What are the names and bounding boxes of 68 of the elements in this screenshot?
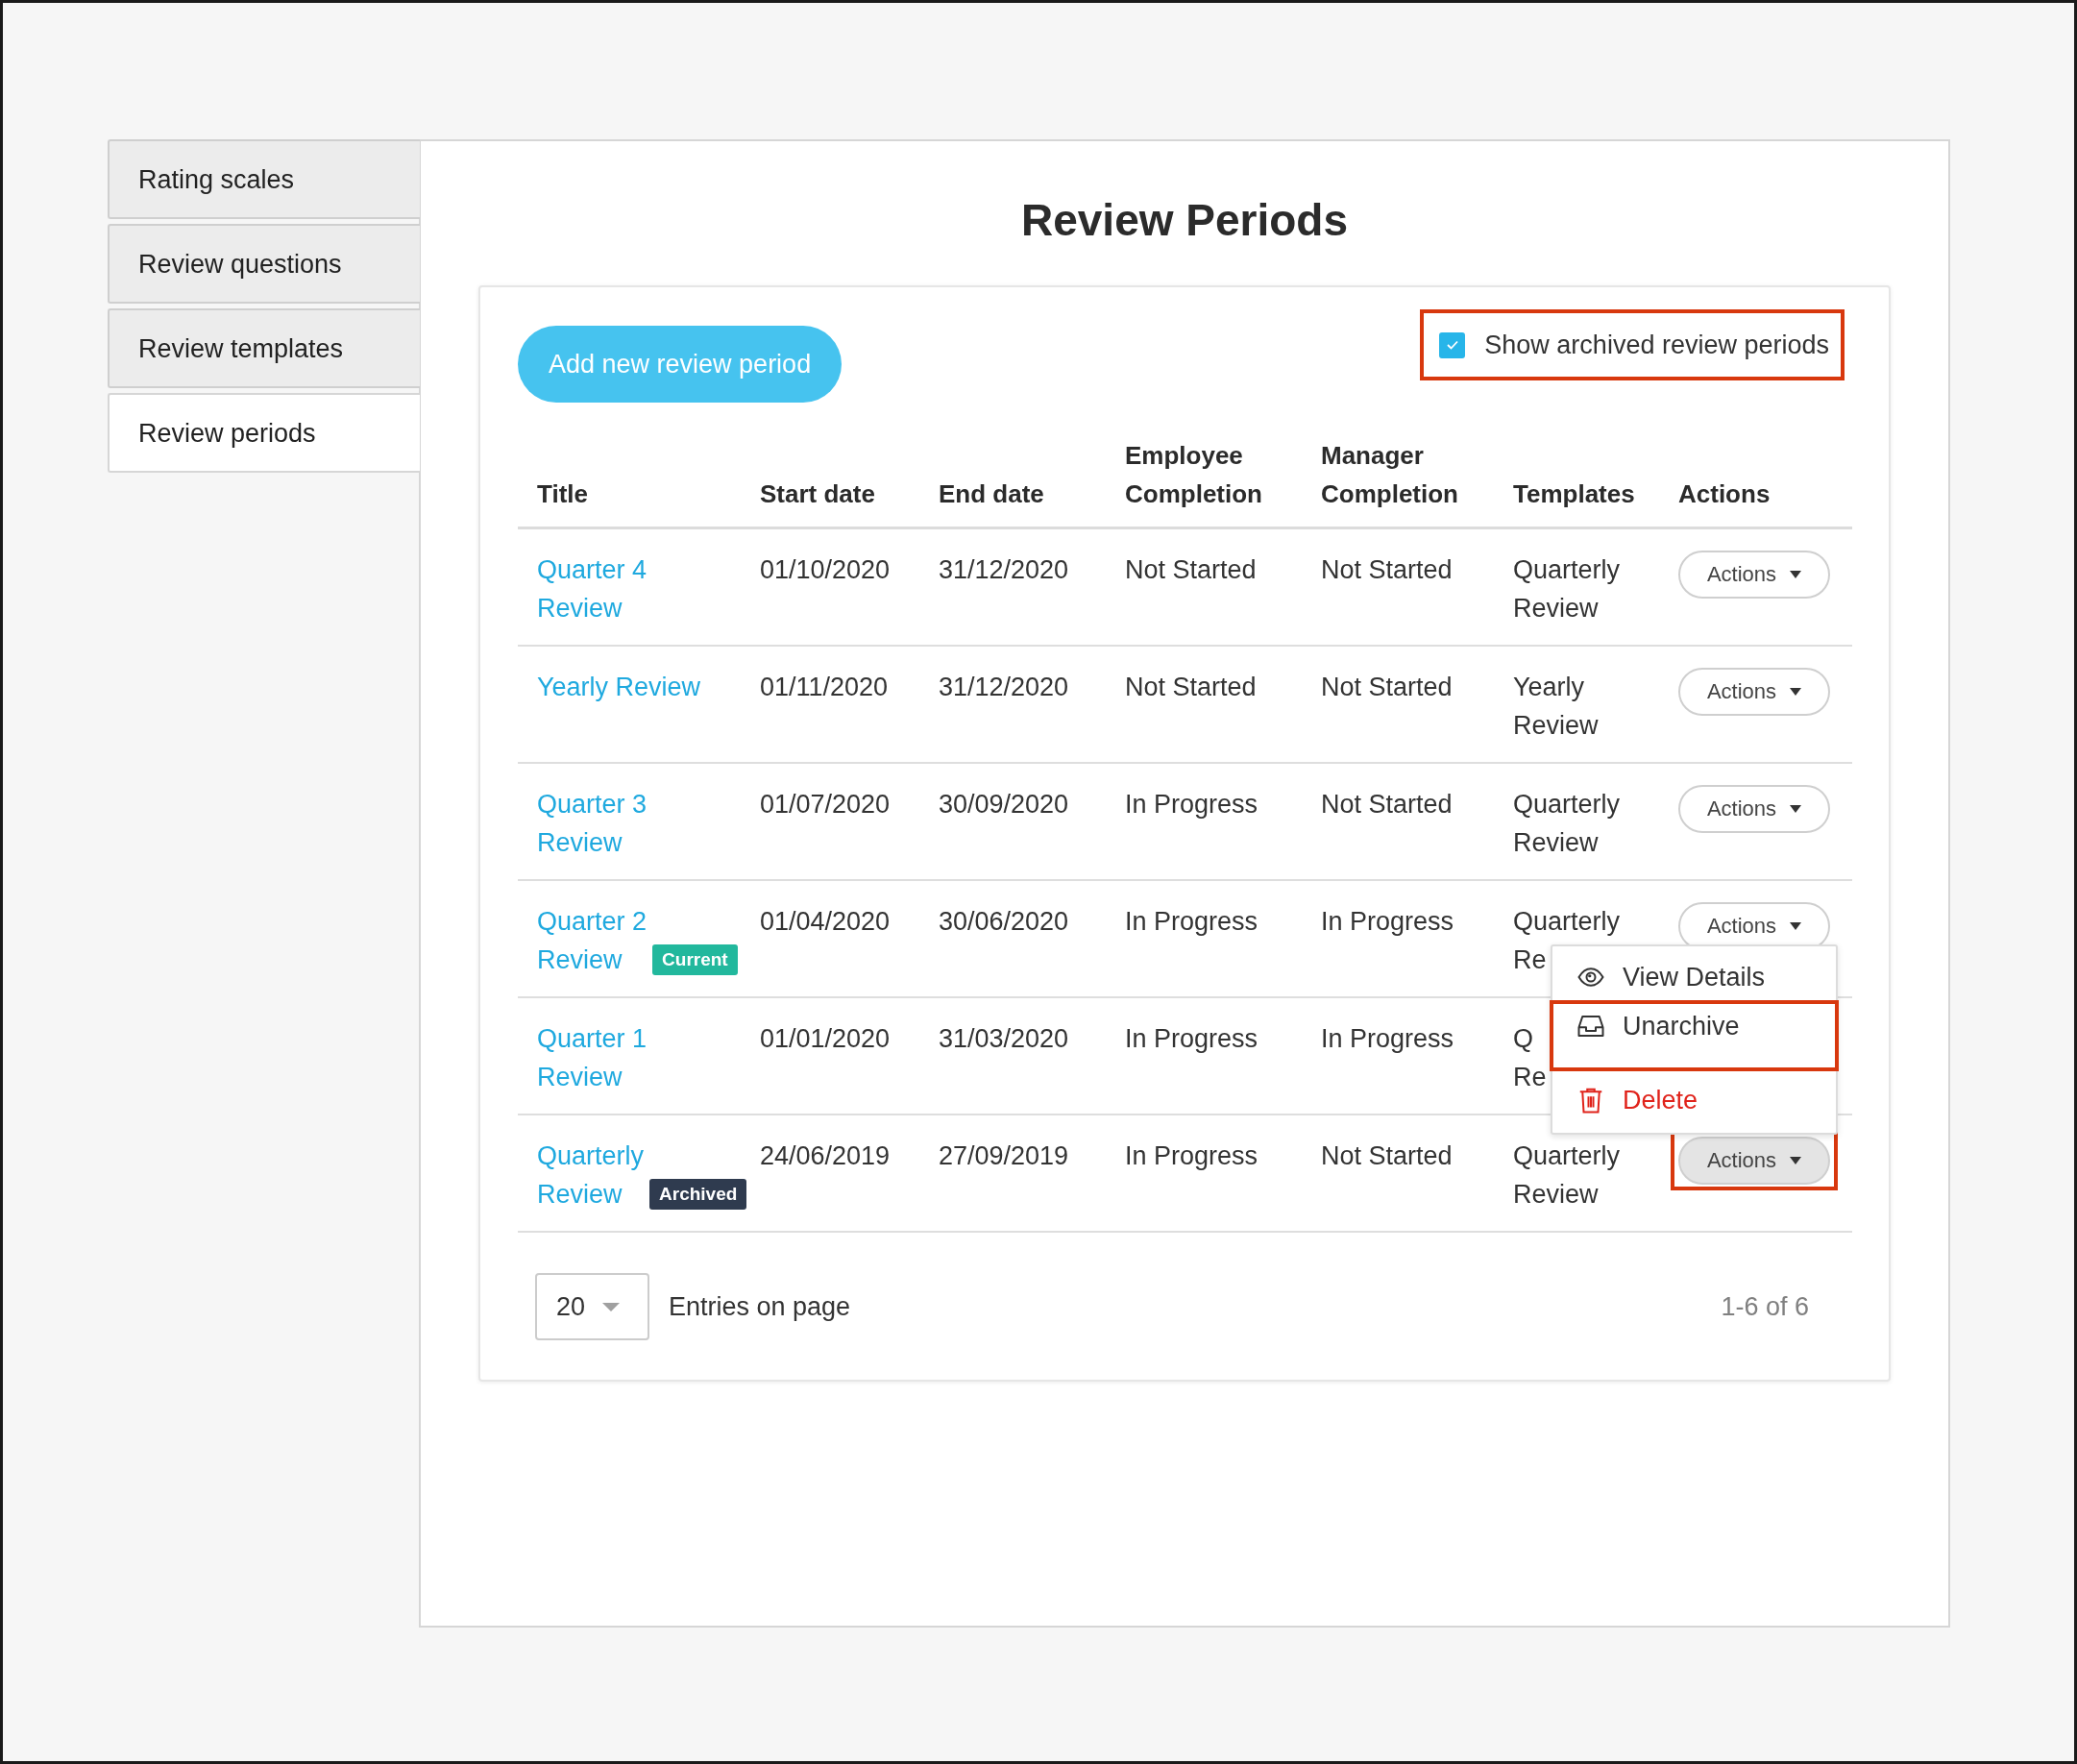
- sidebar-tab[interactable]: Rating scales: [108, 139, 420, 219]
- menu-item[interactable]: Delete: [1550, 1077, 1839, 1123]
- column-header: End date: [939, 422, 1125, 529]
- column-header: Employee Completion: [1125, 422, 1321, 529]
- menu-item[interactable]: View Details: [1550, 954, 1839, 1000]
- status-badge: Archived: [649, 1179, 747, 1210]
- page-size-select[interactable]: 20: [535, 1273, 649, 1340]
- template-name: Quarterly: [1513, 554, 1621, 586]
- table-cell: Not Started: [1321, 1141, 1453, 1170]
- actions-button[interactable]: Actions: [1678, 1137, 1830, 1185]
- caret-icon: [1790, 922, 1802, 930]
- template-name: Review: [1513, 593, 1599, 625]
- template-name: Yearly: [1513, 672, 1585, 703]
- page-title: Review Periods: [1020, 194, 1348, 247]
- table-cell: 30/06/2020: [939, 907, 1069, 936]
- column-header: Templates: [1513, 422, 1678, 529]
- template-name: Quarterly: [1513, 906, 1621, 938]
- table-cell: 24/06/2019: [760, 1141, 891, 1170]
- template-name: Review: [1513, 827, 1599, 859]
- template-name: Re: [1513, 1062, 1547, 1093]
- column-header: Actions: [1678, 422, 1852, 529]
- caret-icon: [1790, 688, 1802, 696]
- checkbox-label[interactable]: Show archived review periods: [1484, 330, 1829, 360]
- column-header: Start date: [760, 422, 939, 529]
- table-cell: 01/04/2020: [760, 907, 891, 936]
- actions-button[interactable]: Actions: [1678, 785, 1830, 833]
- page-size-label: Entries on page: [669, 1291, 851, 1322]
- table-cell: 27/09/2019: [939, 1141, 1069, 1170]
- table-cell: 31/03/2020: [939, 1024, 1069, 1053]
- table-cell: In Progress: [1125, 1024, 1258, 1053]
- table-cell: In Progress: [1321, 1024, 1454, 1053]
- table-cell: In Progress: [1321, 907, 1454, 936]
- caret-icon: [1790, 805, 1802, 813]
- column-header: Title: [518, 422, 760, 529]
- status-badge: Current: [652, 944, 738, 975]
- table-cell: Not Started: [1321, 673, 1453, 701]
- pagination-range: 1-6 of 6: [1721, 1291, 1809, 1322]
- table-cell: 30/09/2020: [939, 790, 1069, 819]
- caret-icon: [1790, 1157, 1802, 1164]
- actions-button[interactable]: Actions: [1678, 668, 1830, 716]
- table-cell: 01/11/2020: [760, 673, 889, 701]
- actions-button[interactable]: Actions: [1678, 551, 1830, 599]
- template-name: Re: [1513, 944, 1547, 976]
- caret-icon: [602, 1302, 621, 1311]
- column-header: Manager Completion: [1321, 422, 1513, 529]
- template-name: Review: [1513, 710, 1599, 742]
- template-name: Quarterly: [1513, 789, 1621, 821]
- table-cell: Not Started: [1125, 555, 1257, 584]
- checkbox[interactable]: [1439, 331, 1466, 358]
- template-name: Review: [1513, 1179, 1599, 1211]
- table-cell: 31/12/2020: [939, 555, 1069, 584]
- sidebar-tab[interactable]: Review questions: [108, 224, 420, 304]
- table-cell: 01/10/2020: [760, 555, 891, 584]
- table-cell: 01/07/2020: [760, 790, 891, 819]
- sidebar-tab[interactable]: Review periods: [108, 393, 420, 473]
- table-cell: Not Started: [1321, 790, 1453, 819]
- template-name: Quarterly: [1513, 1140, 1621, 1172]
- table-cell: In Progress: [1125, 1141, 1258, 1170]
- table-cell: 31/12/2020: [939, 673, 1069, 701]
- table-cell: Not Started: [1125, 673, 1257, 701]
- caret-icon: [1790, 571, 1802, 578]
- menu-item[interactable]: Unarchive: [1550, 1000, 1839, 1071]
- template-name: Q: [1513, 1023, 1533, 1055]
- table-cell: Not Started: [1321, 555, 1453, 584]
- table-cell: In Progress: [1125, 790, 1258, 819]
- table-cell: 01/01/2020: [760, 1024, 891, 1053]
- table-cell: In Progress: [1125, 907, 1258, 936]
- sidebar-tab[interactable]: Review templates: [108, 308, 420, 388]
